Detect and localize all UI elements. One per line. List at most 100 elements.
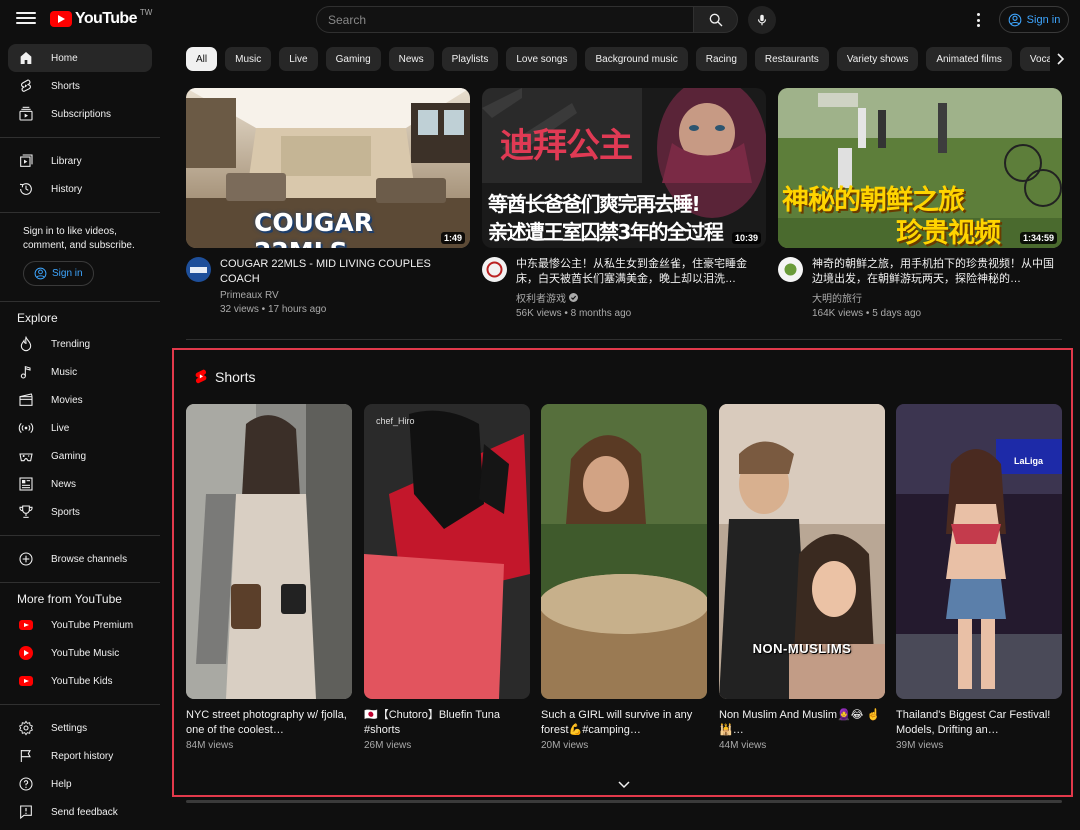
chip-news[interactable]: News bbox=[388, 47, 434, 71]
channel-avatar[interactable] bbox=[778, 257, 803, 282]
sidebar-item-gaming[interactable]: Gaming bbox=[8, 442, 152, 470]
video-meta: 神奇的朝鲜之旅，用手机拍下的珍贵视频！从中国边境出发，在朝鲜游玩两天，探险神秘的… bbox=[778, 257, 1062, 319]
sidebar-item-subscriptions[interactable]: Subscriptions bbox=[8, 100, 152, 128]
chips-next-button[interactable] bbox=[1050, 47, 1070, 71]
settings-kebab-icon[interactable] bbox=[970, 11, 986, 29]
youtube-play-icon bbox=[50, 11, 72, 27]
channel-name[interactable]: 权利者游戏 bbox=[516, 290, 766, 305]
channel-avatar[interactable] bbox=[482, 257, 507, 282]
short-title[interactable]: 🇯🇵【Chutoro】Bluefin Tuna #shorts bbox=[364, 708, 530, 738]
sidebar: Home Shorts Subscriptions Library Histor… bbox=[0, 44, 160, 830]
chip-love-songs[interactable]: Love songs bbox=[506, 47, 578, 71]
microphone-icon bbox=[757, 14, 767, 26]
video-thumbnail[interactable]: COUGAR 22MLS 1:49 bbox=[186, 88, 470, 248]
short-card[interactable]: Such a GIRL will survive in any forest💪#… bbox=[541, 404, 707, 751]
trending-icon bbox=[18, 336, 34, 352]
sidebar-item-history[interactable]: History bbox=[8, 175, 152, 203]
video-stats: 56K views • 8 months ago bbox=[516, 308, 632, 319]
tuna-image bbox=[364, 404, 530, 699]
thumbnail-overlay-title: 迪拜公主 bbox=[500, 126, 633, 166]
short-thumbnail[interactable] bbox=[186, 404, 352, 699]
chip-restaurants[interactable]: Restaurants bbox=[754, 47, 829, 71]
menu-icon[interactable] bbox=[16, 9, 36, 29]
sidebar-item-help[interactable]: Help bbox=[8, 770, 152, 798]
sidebar-item-send-feedback[interactable]: Send feedback bbox=[8, 798, 152, 826]
chip-racing[interactable]: Racing bbox=[695, 47, 747, 71]
short-card[interactable]: LaLiga Thailand's Biggest Car Festival! … bbox=[896, 404, 1062, 751]
video-thumbnail[interactable]: 神秘的朝鲜之旅 珍贵视频 1:34:59 bbox=[778, 88, 1062, 248]
chip-background-music[interactable]: Background music bbox=[585, 47, 688, 71]
channel-name[interactable]: Primeaux RV bbox=[220, 290, 470, 301]
short-thumbnail[interactable] bbox=[541, 404, 707, 699]
sign-in-button[interactable]: Sign in bbox=[999, 6, 1069, 33]
sidebar-item-label: News bbox=[51, 478, 77, 490]
chip-playlists[interactable]: Playlists bbox=[441, 47, 499, 71]
subscriptions-icon bbox=[18, 106, 34, 122]
sidebar-item-music[interactable]: Music bbox=[8, 358, 152, 386]
sidebar-item-sports[interactable]: Sports bbox=[8, 498, 152, 526]
forest-stump-image bbox=[541, 404, 707, 699]
sidebar-item-movies[interactable]: Movies bbox=[8, 386, 152, 414]
short-card[interactable]: NON-MUSLIMS Non Muslim And Muslim🧕😂 ☝️🕌…… bbox=[719, 404, 885, 751]
short-title[interactable]: Such a GIRL will survive in any forest💪#… bbox=[541, 708, 707, 738]
sidebar-item-shorts[interactable]: Shorts bbox=[8, 72, 152, 100]
sign-in-label: Sign in bbox=[52, 267, 83, 279]
short-card[interactable]: NYC street photography w/ fjolla, one of… bbox=[186, 404, 352, 751]
account-icon bbox=[34, 267, 47, 280]
sidebar-item-youtube-premium[interactable]: YouTube Premium bbox=[8, 611, 152, 639]
channel-avatar[interactable] bbox=[186, 257, 211, 282]
chip-variety-shows[interactable]: Variety shows bbox=[836, 47, 919, 71]
video-thumbnail[interactable]: 迪拜公主 等酋长爸爸们爽完再去睡! 亲述遭王室囚禁3年的全过程 10:39 bbox=[482, 88, 766, 248]
sidebar-item-library[interactable]: Library bbox=[8, 147, 152, 175]
sidebar-sign-in-prompt: Sign in to like videos, comment, and sub… bbox=[0, 222, 160, 292]
shorts-header: Shorts bbox=[194, 369, 255, 385]
sidebar-item-label: Report history bbox=[51, 750, 114, 762]
video-card[interactable]: 神秘的朝鲜之旅 珍贵视频 1:34:59 神奇的朝鲜之旅，用手机拍下的珍贵视频！… bbox=[778, 88, 1062, 319]
short-title[interactable]: NYC street photography w/ fjolla, one of… bbox=[186, 708, 352, 738]
search-box bbox=[316, 6, 694, 33]
chip-gaming[interactable]: Gaming bbox=[325, 47, 381, 71]
verified-icon bbox=[569, 293, 578, 302]
video-title[interactable]: 中东最惨公主！从私生女到金丝雀，住豪宅睡金床，白天被酋长们塞满美金，晚上却以泪洗… bbox=[516, 257, 766, 287]
youtube-premium-icon bbox=[18, 617, 34, 633]
short-thumbnail[interactable]: chef_Hiro bbox=[364, 404, 530, 699]
sidebar-item-label: Trending bbox=[51, 338, 91, 350]
sidebar-item-youtube-music[interactable]: YouTube Music bbox=[8, 639, 152, 667]
sidebar-item-live[interactable]: Live bbox=[8, 414, 152, 442]
sidebar-item-youtube-kids[interactable]: YouTube Kids bbox=[8, 667, 152, 695]
video-card[interactable]: 迪拜公主 等酋长爸爸们爽完再去睡! 亲述遭王室囚禁3年的全过程 10:39 中东… bbox=[482, 88, 766, 319]
youtube-logo[interactable]: YouTube TW bbox=[50, 8, 152, 28]
voice-search-button[interactable] bbox=[748, 6, 776, 34]
search-button[interactable] bbox=[693, 6, 738, 33]
sidebar-item-trending[interactable]: Trending bbox=[8, 330, 152, 358]
short-thumbnail[interactable]: LaLiga bbox=[896, 404, 1062, 699]
sidebar-item-label: Gaming bbox=[51, 450, 87, 462]
thumbnail-overlay-text: LaLiga bbox=[1014, 456, 1044, 466]
channel-name[interactable]: 大明的旅行 bbox=[812, 290, 1062, 305]
sidebar-item-label: YouTube Music bbox=[51, 647, 120, 659]
channel-name-text: 权利者游戏 bbox=[516, 294, 566, 305]
shorts-expand-button[interactable] bbox=[614, 778, 634, 792]
short-card[interactable]: chef_Hiro 🇯🇵【Chutoro】Bluefin Tuna #short… bbox=[364, 404, 530, 751]
sign-in-prompt-text: Sign in to like videos, comment, and sub… bbox=[23, 226, 135, 251]
sidebar-item-report-history[interactable]: Report history bbox=[8, 742, 152, 770]
sidebar-item-browse-channels[interactable]: Browse channels bbox=[8, 545, 152, 573]
chip-live[interactable]: Live bbox=[279, 47, 318, 71]
search-input[interactable] bbox=[317, 7, 693, 32]
sidebar-item-settings[interactable]: Settings bbox=[8, 714, 152, 742]
sidebar-sign-in-button[interactable]: Sign in bbox=[23, 261, 94, 286]
sidebar-item-home[interactable]: Home bbox=[8, 44, 152, 72]
short-title[interactable]: Non Muslim And Muslim🧕😂 ☝️🕌… bbox=[719, 708, 885, 738]
short-thumbnail[interactable]: NON-MUSLIMS bbox=[719, 404, 885, 699]
sidebar-item-label: Library bbox=[51, 155, 82, 167]
sign-in-label: Sign in bbox=[1026, 13, 1061, 26]
short-title[interactable]: Thailand's Biggest Car Festival! Models,… bbox=[896, 708, 1062, 738]
chip-music[interactable]: Music bbox=[225, 47, 272, 71]
chip-animated-films[interactable]: Animated films bbox=[926, 47, 1012, 71]
video-meta: 中东最惨公主！从私生女到金丝雀，住豪宅睡金床，白天被酋长们塞满美金，晚上却以泪洗… bbox=[482, 257, 766, 319]
video-card[interactable]: COUGAR 22MLS 1:49 COUGAR 22MLS - MID LIV… bbox=[186, 88, 470, 315]
video-title[interactable]: COUGAR 22MLS - MID LIVING COUPLES COACH bbox=[220, 257, 470, 287]
sidebar-item-news[interactable]: News bbox=[8, 470, 152, 498]
chip-all[interactable]: All bbox=[186, 47, 218, 71]
video-title[interactable]: 神奇的朝鲜之旅，用手机拍下的珍贵视频！从中国边境出发，在朝鲜游玩两天，探险神秘的… bbox=[812, 257, 1062, 287]
